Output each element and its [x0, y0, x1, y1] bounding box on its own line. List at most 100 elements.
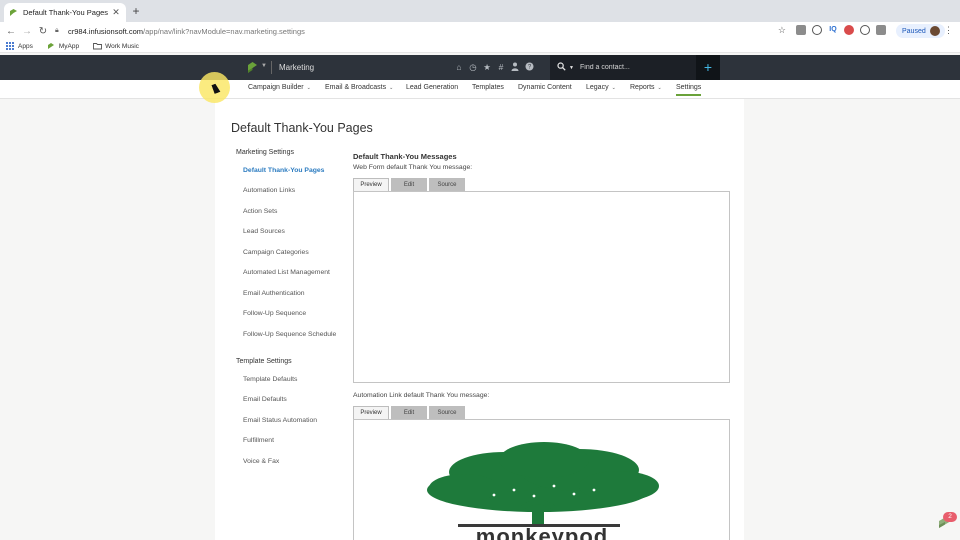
- nav-lead-generation[interactable]: Lead Generation: [406, 84, 458, 91]
- nav-label: Lead Generation: [406, 84, 459, 91]
- web-form-source-tab[interactable]: Source: [429, 178, 465, 191]
- bookmark-myapp[interactable]: MyApp: [47, 42, 79, 50]
- web-form-label: Web Form default Thank You message:: [353, 164, 473, 171]
- new-tab-button[interactable]: +: [130, 4, 142, 18]
- messages-heading: Default Thank-You Messages: [353, 152, 457, 161]
- web-form-edit-tab[interactable]: Edit: [391, 178, 427, 191]
- bookmark-work-music[interactable]: Work Music: [93, 42, 139, 50]
- nav-email-broadcasts[interactable]: Email & Broadcasts ⌄: [325, 84, 393, 91]
- profile-status-label: Paused: [902, 27, 926, 35]
- search-icon[interactable]: [557, 62, 569, 73]
- nav-settings[interactable]: Settings: [676, 84, 702, 96]
- automation-edit-tab[interactable]: Edit: [391, 406, 427, 419]
- reload-icon[interactable]: ↻: [35, 26, 51, 37]
- star-icon[interactable]: ★: [483, 62, 491, 72]
- automation-message-preview[interactable]: monkeypod: [353, 419, 730, 540]
- nav-label: Campaign Builder: [248, 84, 304, 91]
- extension-icon[interactable]: [796, 25, 806, 35]
- module-name: Marketing: [279, 63, 315, 72]
- browser-menu-icon[interactable]: ⋮: [944, 25, 953, 36]
- person-icon[interactable]: [511, 62, 519, 72]
- browser-tab-title: Default Thank-You Pages: [23, 8, 109, 17]
- bookmark-label: Apps: [18, 42, 33, 50]
- iq-extension-icon[interactable]: IQ: [828, 25, 838, 35]
- side-item-voice-fax[interactable]: Voice & Fax: [243, 458, 279, 465]
- web-form-editor-tabs: Preview Edit Source: [353, 178, 465, 191]
- automation-preview-tab[interactable]: Preview: [353, 406, 389, 419]
- search-scope-chevron-icon[interactable]: ▼: [569, 65, 577, 71]
- browser-tab[interactable]: Default Thank-You Pages ✕: [4, 3, 126, 22]
- app-header: ▼ Marketing ⌂ ◷ ★ # ?: [0, 55, 960, 80]
- infusionsoft-favicon-icon: [9, 8, 18, 17]
- template-settings-heading: Template Settings: [236, 358, 292, 365]
- find-contact-input[interactable]: [580, 64, 690, 71]
- marketing-settings-heading: Marketing Settings: [236, 149, 294, 156]
- chat-notification-badge: 2: [943, 512, 957, 522]
- quick-add-button[interactable]: +: [696, 55, 720, 80]
- extension-icons: IQ: [796, 25, 886, 35]
- side-item-automation-links[interactable]: Automation Links: [243, 187, 295, 194]
- nav-campaign-builder[interactable]: Campaign Builder ⌄: [248, 84, 311, 91]
- side-item-email-authentication[interactable]: Email Authentication: [243, 290, 305, 297]
- chevron-down-icon: ⌄: [657, 85, 662, 91]
- close-tab-icon[interactable]: ✕: [111, 7, 121, 18]
- home-icon[interactable]: ⌂: [455, 62, 463, 72]
- side-item-fulfillment[interactable]: Fulfillment: [243, 437, 274, 444]
- extension-icon[interactable]: [844, 25, 854, 35]
- extension-icon[interactable]: [860, 25, 870, 35]
- back-arrow-icon[interactable]: ←: [3, 26, 19, 37]
- page-title: Default Thank-You Pages: [231, 121, 373, 135]
- extension-icon[interactable]: [876, 25, 886, 35]
- side-item-template-defaults[interactable]: Template Defaults: [243, 376, 297, 383]
- marketing-nav: Campaign Builder ⌄ Email & Broadcasts ⌄ Le…: [0, 80, 960, 99]
- bookmark-apps[interactable]: Apps: [6, 42, 33, 50]
- clock-icon[interactable]: ◷: [469, 62, 477, 72]
- side-item-default-thank-you-pages[interactable]: Default Thank-You Pages: [243, 167, 324, 174]
- monkeypod-tree-logo-icon: [427, 442, 659, 527]
- help-icon[interactable]: ?: [525, 62, 534, 72]
- web-form-message-preview[interactable]: [353, 191, 730, 383]
- nav-templates[interactable]: Templates: [472, 84, 504, 91]
- side-item-email-defaults[interactable]: Email Defaults: [243, 396, 287, 403]
- side-item-follow-up-sequence-schedule[interactable]: Follow-Up Sequence Schedule: [243, 331, 336, 338]
- automation-editor-tabs: Preview Edit Source: [353, 406, 465, 419]
- url-host: cr984.infusionsoft.com: [68, 26, 144, 36]
- keap-logo-icon[interactable]: [247, 61, 258, 74]
- header-icons: ⌂ ◷ ★ # ?: [455, 62, 534, 72]
- nav-dynamic-content[interactable]: Dynamic Content: [518, 84, 572, 91]
- nav-label: Templates: [472, 84, 504, 91]
- browser-toolbar: ← → ↻ 🔒︎ cr984.infusionsoft.com/app/nav/…: [0, 22, 960, 40]
- nav-reports[interactable]: Reports ⌄: [630, 84, 662, 91]
- nav-legacy[interactable]: Legacy ⌄: [586, 84, 616, 91]
- nav-label: Reports: [630, 84, 655, 91]
- contact-search: ▼: [550, 55, 696, 80]
- logo-wordmark: monkeypod: [475, 524, 609, 540]
- side-item-follow-up-sequence[interactable]: Follow-Up Sequence: [243, 310, 306, 317]
- automation-link-label: Automation Link default Thank You messag…: [353, 392, 490, 399]
- chevron-down-icon: ⌄: [306, 85, 311, 91]
- automation-source-tab[interactable]: Source: [429, 406, 465, 419]
- forward-arrow-icon[interactable]: →: [19, 26, 35, 37]
- side-item-email-status-automation[interactable]: Email Status Automation: [243, 417, 317, 424]
- chevron-down-icon: ⌄: [389, 85, 394, 91]
- web-form-preview-tab[interactable]: Preview: [353, 178, 389, 191]
- folder-icon: [93, 42, 103, 50]
- nav-label: Legacy: [586, 84, 609, 91]
- side-item-automated-list-management[interactable]: Automated List Management: [243, 269, 330, 276]
- chevron-down-icon: ⌄: [611, 85, 616, 91]
- side-item-action-sets[interactable]: Action Sets: [243, 208, 277, 215]
- nav-label: Email & Broadcasts: [325, 84, 387, 91]
- bookmarks-bar: Apps MyApp Work Music: [0, 40, 960, 53]
- header-divider: [271, 61, 272, 74]
- bookmark-star-icon[interactable]: ☆: [778, 25, 786, 36]
- profile-button[interactable]: Paused: [896, 24, 945, 38]
- chevron-down-icon[interactable]: ▼: [261, 63, 267, 69]
- side-item-lead-sources[interactable]: Lead Sources: [243, 228, 285, 235]
- side-item-campaign-categories[interactable]: Campaign Categories: [243, 249, 309, 256]
- extension-icon[interactable]: [812, 25, 822, 35]
- browser-tabstrip: Default Thank-You Pages ✕ +: [0, 0, 960, 22]
- apps-grid-icon: [6, 42, 14, 50]
- lock-icon: 🔒︎: [55, 27, 59, 34]
- hashtag-icon[interactable]: #: [497, 62, 505, 72]
- address-bar[interactable]: 🔒︎ cr984.infusionsoft.com/app/nav/link?n…: [55, 23, 790, 39]
